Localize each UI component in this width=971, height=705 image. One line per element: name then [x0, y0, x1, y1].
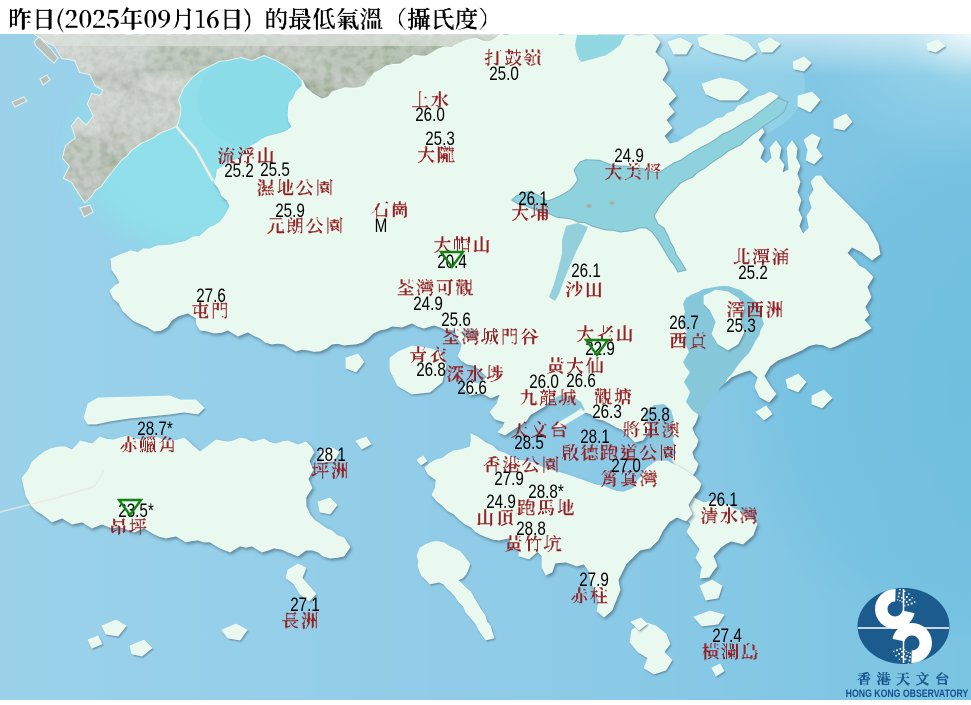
svg-text:26.3: 26.3 — [592, 400, 622, 422]
svg-text:25.6: 25.6 — [441, 308, 471, 330]
svg-text:26.6: 26.6 — [566, 369, 596, 391]
svg-text:28.1: 28.1 — [316, 443, 346, 465]
svg-text:28.1: 28.1 — [580, 425, 610, 447]
svg-text:26.1: 26.1 — [571, 259, 601, 281]
svg-text:27.0: 27.0 — [611, 454, 641, 476]
svg-text:28.8: 28.8 — [516, 517, 546, 539]
svg-text:28.5: 28.5 — [514, 431, 544, 453]
svg-text:27.9: 27.9 — [579, 568, 609, 590]
svg-text:28.8*: 28.8* — [528, 480, 564, 502]
svg-text:26.1: 26.1 — [708, 488, 738, 510]
svg-text:25.5: 25.5 — [260, 158, 290, 180]
svg-text:25.2: 25.2 — [738, 261, 768, 283]
svg-text:23.5*: 23.5* — [118, 499, 154, 521]
svg-text:28.7*: 28.7* — [137, 417, 173, 439]
svg-text:25.8: 25.8 — [640, 403, 670, 425]
svg-text:24.9: 24.9 — [413, 292, 443, 314]
svg-text:24.9: 24.9 — [614, 144, 644, 166]
svg-text:M: M — [375, 214, 388, 236]
svg-text:25.3: 25.3 — [726, 314, 756, 336]
svg-text:27.6: 27.6 — [196, 284, 226, 306]
svg-text:24.9: 24.9 — [486, 490, 516, 512]
svg-text:25.3: 25.3 — [425, 127, 455, 149]
svg-text:26.0: 26.0 — [415, 103, 445, 125]
svg-text:HONG KONG OBSERVATORY: HONG KONG OBSERVATORY — [846, 688, 969, 700]
svg-text:26.8: 26.8 — [416, 358, 446, 380]
svg-text:26.7: 26.7 — [669, 311, 699, 333]
svg-text:27.1: 27.1 — [290, 593, 320, 615]
svg-text:26.0: 26.0 — [529, 370, 559, 392]
svg-text:25.2: 25.2 — [224, 159, 254, 181]
svg-text:26.1: 26.1 — [518, 187, 548, 209]
svg-text:27.4: 27.4 — [712, 624, 742, 646]
svg-text:25.9: 25.9 — [275, 199, 305, 221]
svg-text:25.0: 25.0 — [489, 62, 519, 84]
svg-text:26.6: 26.6 — [457, 376, 487, 398]
svg-text:27.9: 27.9 — [494, 467, 524, 489]
